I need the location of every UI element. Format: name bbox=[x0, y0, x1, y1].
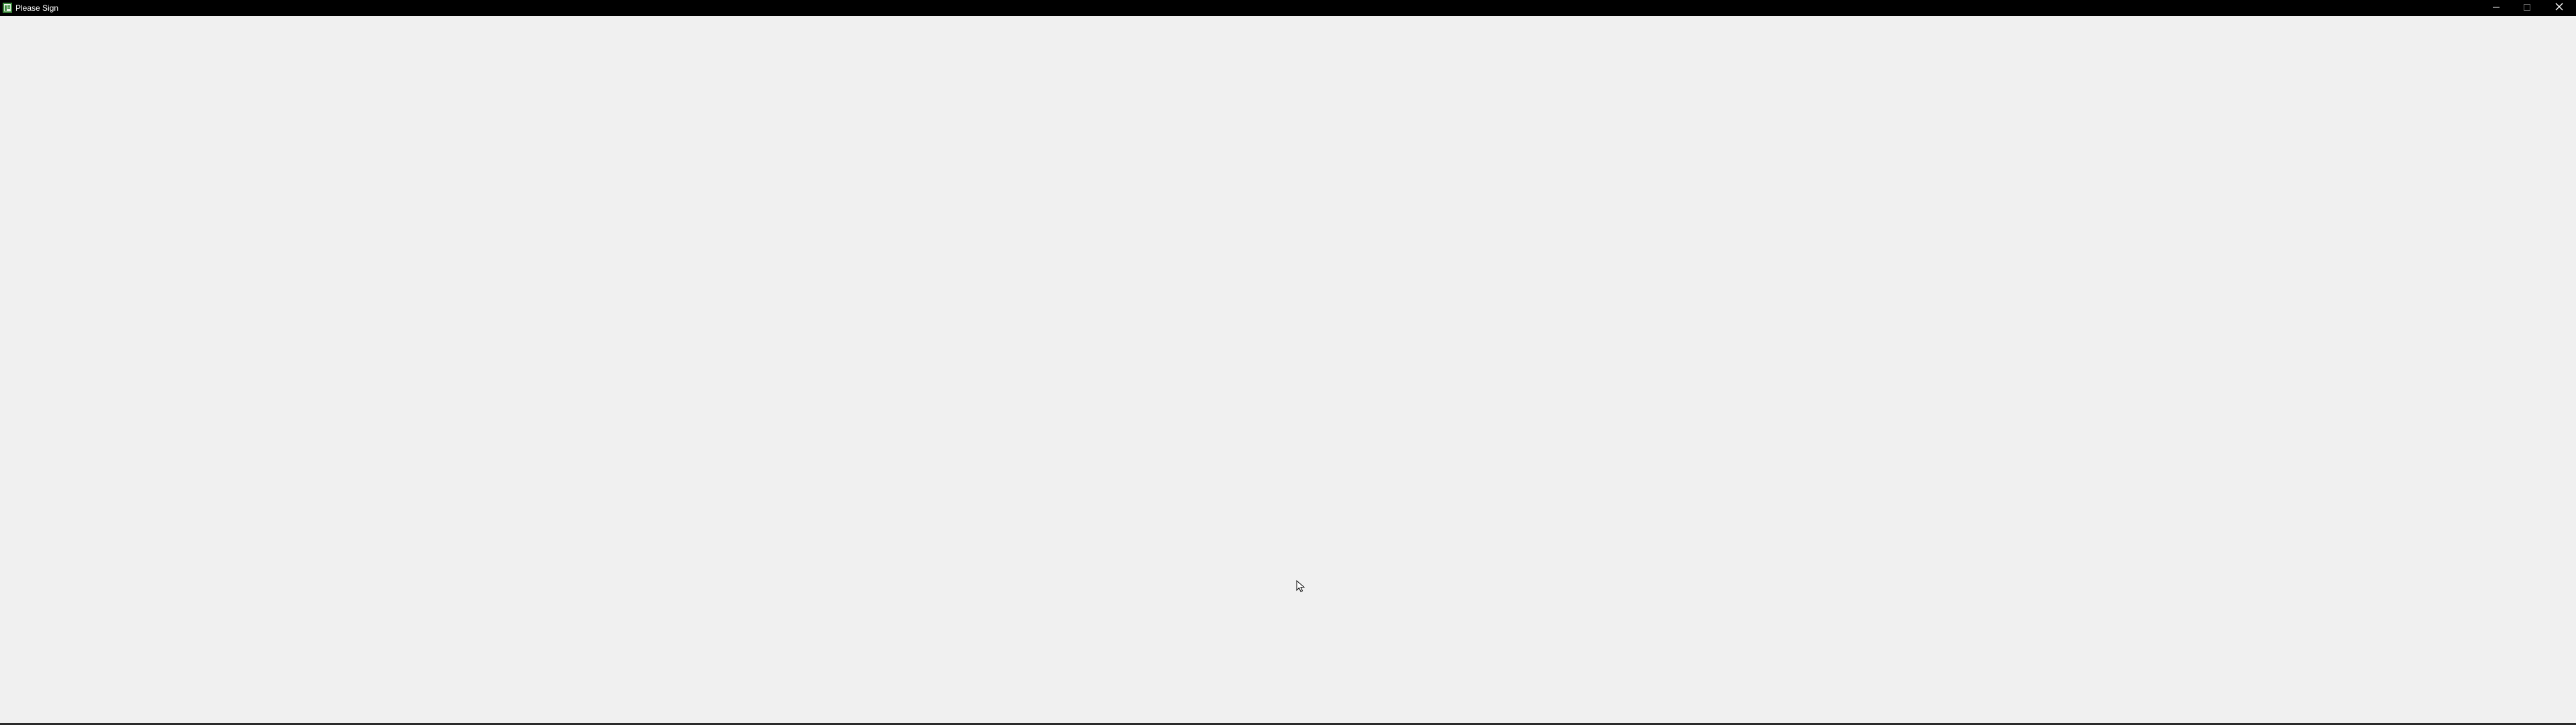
minimize-button[interactable] bbox=[2481, 0, 2512, 16]
title-bar[interactable]: Please Sign bbox=[0, 0, 2576, 16]
window-title: Please Sign bbox=[15, 3, 59, 13]
maximize-button[interactable] bbox=[2512, 0, 2542, 16]
maximize-icon bbox=[2524, 2, 2530, 14]
close-button[interactable] bbox=[2542, 0, 2576, 16]
signature-area[interactable] bbox=[0, 16, 2576, 723]
app-icon bbox=[3, 3, 12, 13]
app-window: Please Sign bbox=[0, 0, 2576, 725]
close-icon bbox=[2555, 2, 2563, 14]
mouse-cursor-icon bbox=[1296, 579, 1307, 594]
minimize-icon bbox=[2493, 2, 2500, 14]
